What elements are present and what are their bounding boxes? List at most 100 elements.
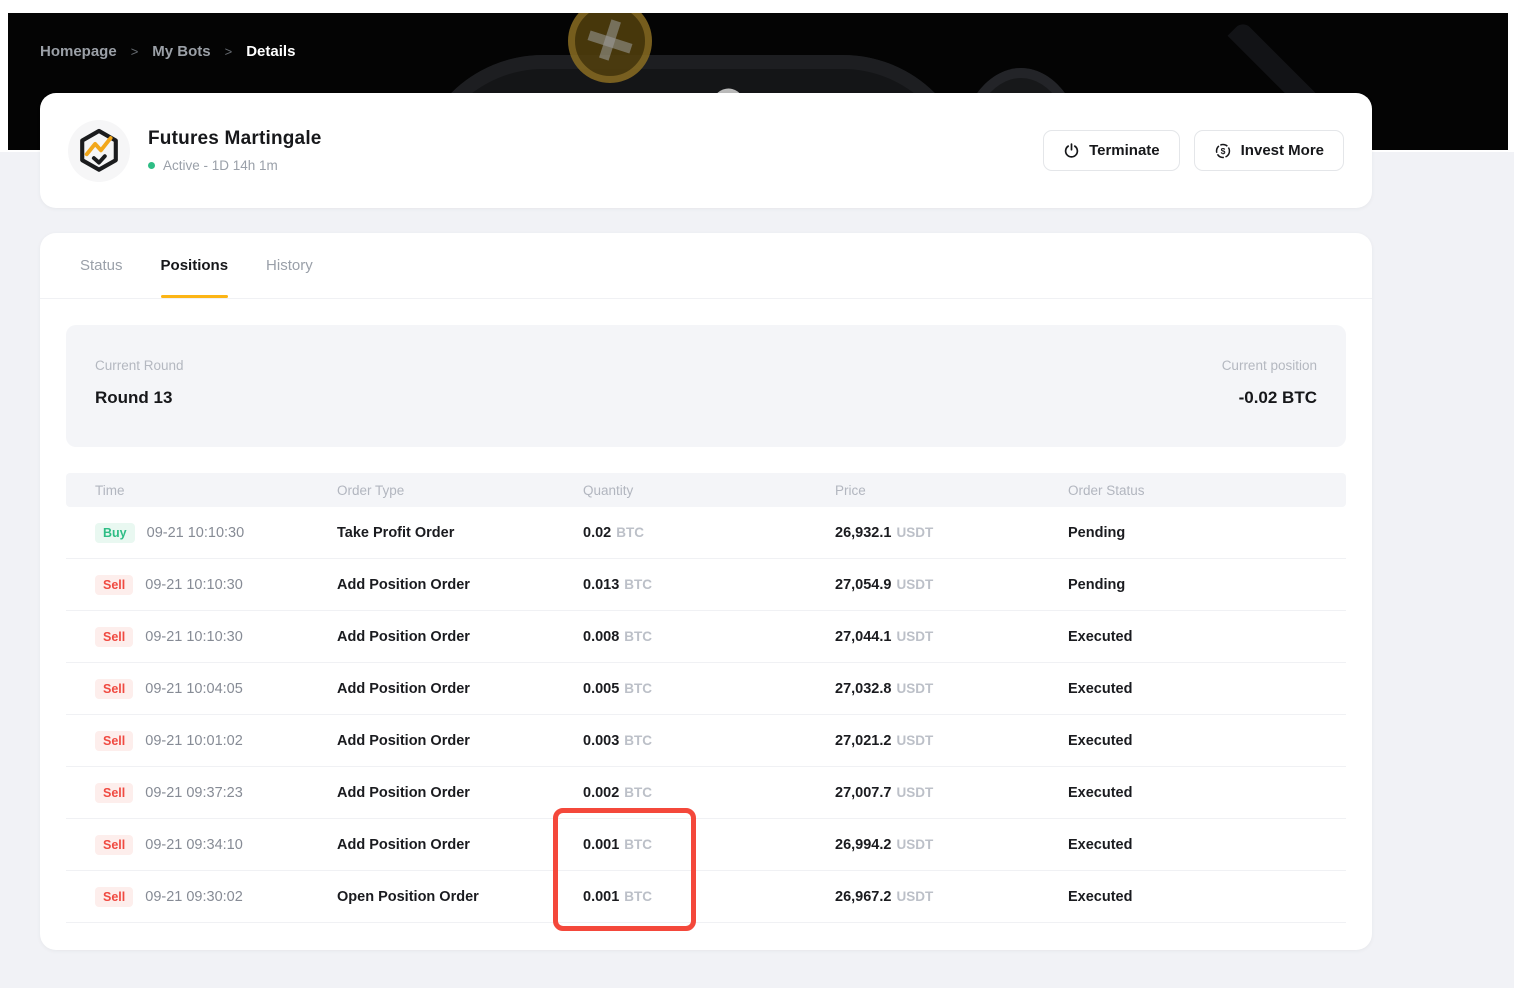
- quantity-unit: BTC: [624, 576, 653, 592]
- side-badge: Sell: [95, 678, 134, 699]
- order-type: Add Position Order: [337, 628, 470, 645]
- price-unit: USDT: [896, 888, 934, 904]
- chevron-right-icon: >: [224, 44, 233, 59]
- table-row: Sell 09-21 10:01:02 Add Position Order 0…: [66, 715, 1346, 767]
- price-value: 27,054.9: [835, 576, 892, 593]
- bot-header-card: Futures Martingale Active - 1D 14h 1m Te…: [40, 93, 1372, 208]
- quantity-value: 0.002: [583, 784, 620, 801]
- column-header-order-status: Order Status: [1068, 482, 1145, 498]
- table-row: Sell 09-21 10:10:30 Add Position Order 0…: [66, 559, 1346, 611]
- power-icon: [1063, 142, 1080, 159]
- positions-card: Status Positions History Current Round R…: [40, 233, 1372, 950]
- quantity-value: 0.013: [583, 576, 620, 593]
- bot-hexagon-chart-icon: [68, 119, 130, 182]
- order-status: Executed: [1068, 836, 1133, 853]
- quantity-value: 0.005: [583, 680, 620, 697]
- price-unit: USDT: [896, 784, 934, 800]
- price-value: 26,994.2: [835, 836, 892, 853]
- quantity-unit: BTC: [616, 524, 644, 540]
- dollar-refresh-icon: $: [1214, 142, 1232, 160]
- chevron-right-icon: >: [130, 44, 139, 59]
- column-header-price: Price: [835, 482, 866, 498]
- price-unit: USDT: [896, 576, 934, 592]
- order-status: Executed: [1068, 628, 1133, 645]
- price-value: 27,044.1: [835, 628, 892, 645]
- current-position-value: -0.02 BTC: [1238, 388, 1317, 407]
- price-unit: USDT: [896, 680, 934, 696]
- table-row: Sell 09-21 09:34:10 Add Position Order 0…: [66, 819, 1346, 871]
- order-time: 09-21 10:04:05: [145, 680, 243, 697]
- quantity-unit: BTC: [624, 628, 653, 644]
- table-body: Buy 09-21 10:10:30 Take Profit Order 0.0…: [66, 507, 1346, 923]
- table-header-row: Time Order Type Quantity Price Order Sta…: [66, 473, 1346, 507]
- side-badge: Sell: [95, 626, 134, 647]
- bot-status-text: Active - 1D 14h 1m: [163, 158, 278, 173]
- price-value: 27,032.8: [835, 680, 892, 697]
- order-status: Executed: [1068, 680, 1133, 697]
- tab-history[interactable]: History: [266, 233, 313, 298]
- price-unit: USDT: [896, 628, 934, 644]
- order-time: 09-21 10:10:30: [146, 524, 245, 541]
- order-status: Pending: [1068, 524, 1126, 541]
- round-summary-panel: Current Round Round 13 Current position …: [66, 325, 1346, 447]
- active-status-dot: [148, 162, 155, 169]
- quantity-unit: BTC: [624, 732, 653, 748]
- coin-decoration: [568, 13, 652, 83]
- quantity-value: 0.003: [583, 732, 620, 749]
- order-type: Add Position Order: [337, 680, 470, 697]
- quantity-value: 0.008: [583, 628, 620, 645]
- order-type: Add Position Order: [337, 784, 470, 801]
- column-header-quantity: Quantity: [583, 482, 634, 498]
- price-value: 27,007.7: [835, 784, 892, 801]
- price-value: 27,021.2: [835, 732, 892, 749]
- tab-bar: Status Positions History: [40, 233, 1372, 299]
- quantity-unit: BTC: [624, 888, 653, 904]
- price-unit: USDT: [896, 732, 934, 748]
- price-unit: USDT: [896, 836, 934, 852]
- quantity-unit: BTC: [624, 784, 653, 800]
- quantity-unit: BTC: [624, 836, 653, 852]
- side-badge: Sell: [95, 730, 134, 751]
- table-row: Sell 09-21 09:30:02 Open Position Order …: [66, 871, 1346, 923]
- breadcrumb: Homepage > My Bots > Details: [40, 43, 295, 60]
- invest-more-button[interactable]: $ Invest More: [1193, 130, 1344, 171]
- quantity-unit: BTC: [624, 680, 653, 696]
- quantity-value: 0.001: [583, 888, 620, 905]
- tab-positions[interactable]: Positions: [160, 233, 228, 298]
- terminate-button[interactable]: Terminate: [1043, 130, 1180, 171]
- current-position-label: Current position: [1221, 358, 1317, 373]
- order-type: Add Position Order: [337, 836, 470, 853]
- column-header-order-type: Order Type: [337, 482, 405, 498]
- current-round-label: Current Round: [95, 358, 184, 373]
- terminate-label: Terminate: [1089, 142, 1160, 159]
- table-row: Sell 09-21 10:04:05 Add Position Order 0…: [66, 663, 1346, 715]
- quantity-value: 0.02: [583, 524, 612, 541]
- order-time: 09-21 09:34:10: [145, 836, 243, 853]
- order-time: 09-21 09:30:02: [145, 888, 243, 905]
- table-row: Sell 09-21 10:10:30 Add Position Order 0…: [66, 611, 1346, 663]
- side-badge: Sell: [95, 574, 134, 595]
- breadcrumb-details: Details: [246, 43, 296, 60]
- side-badge: Sell: [95, 886, 134, 907]
- tab-status[interactable]: Status: [80, 233, 123, 298]
- order-type: Add Position Order: [337, 732, 470, 749]
- orders-table: Time Order Type Quantity Price Order Sta…: [66, 473, 1346, 931]
- order-status: Executed: [1068, 784, 1133, 801]
- table-row: Sell 09-21 09:37:23 Add Position Order 0…: [66, 767, 1346, 819]
- breadcrumb-homepage[interactable]: Homepage: [40, 43, 117, 60]
- price-value: 26,967.2: [835, 888, 892, 905]
- order-type: Take Profit Order: [337, 524, 455, 541]
- order-status: Executed: [1068, 732, 1133, 749]
- side-badge: Buy: [95, 522, 135, 543]
- column-header-time: Time: [95, 482, 125, 498]
- order-time: 09-21 10:01:02: [145, 732, 243, 749]
- order-type: Open Position Order: [337, 888, 479, 905]
- order-time: 09-21 09:37:23: [145, 784, 243, 801]
- invest-more-label: Invest More: [1240, 142, 1324, 159]
- order-time: 09-21 10:10:30: [145, 576, 243, 593]
- order-status: Executed: [1068, 888, 1133, 905]
- price-unit: USDT: [896, 524, 934, 540]
- side-badge: Sell: [95, 782, 134, 803]
- breadcrumb-my-bots[interactable]: My Bots: [152, 43, 210, 60]
- order-time: 09-21 10:10:30: [145, 628, 243, 645]
